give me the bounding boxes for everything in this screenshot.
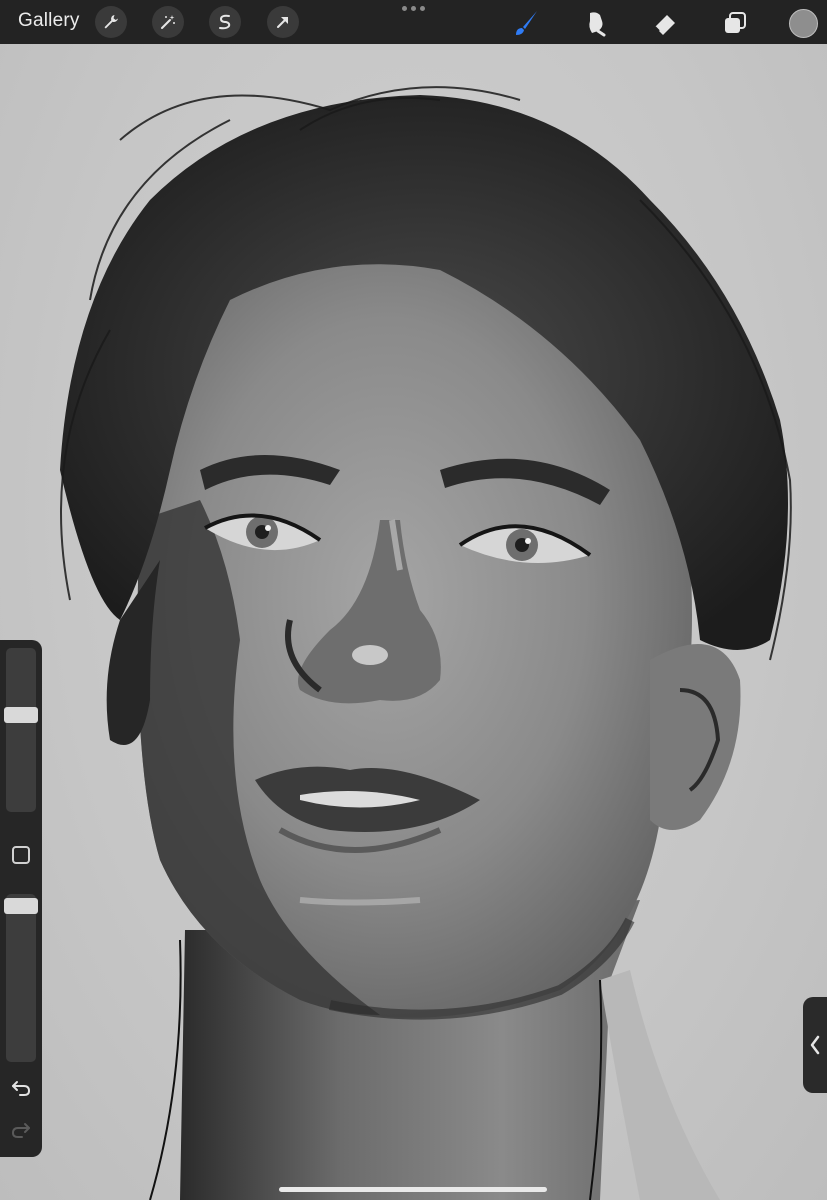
smudge-tool-button[interactable] xyxy=(579,6,613,40)
opacity-slider[interactable] xyxy=(6,894,36,1062)
left-sidebar xyxy=(0,640,42,1157)
magic-wand-icon xyxy=(161,15,175,29)
opacity-handle[interactable] xyxy=(4,898,38,914)
reference-panel-tab[interactable] xyxy=(803,997,827,1093)
actions-button[interactable] xyxy=(95,6,127,38)
ear-shape xyxy=(650,644,741,830)
chevron-left-icon xyxy=(810,1035,820,1055)
drawing-canvas[interactable] xyxy=(0,44,827,1200)
modify-square-icon[interactable] xyxy=(12,846,30,864)
more-options-handle[interactable] xyxy=(402,6,425,11)
transform-button[interactable] xyxy=(267,6,299,38)
selection-button[interactable] xyxy=(209,6,241,38)
adjustments-button[interactable] xyxy=(152,6,184,38)
gallery-button[interactable]: Gallery xyxy=(18,10,80,32)
smudge-icon xyxy=(589,12,606,37)
layers-icon xyxy=(725,12,746,33)
wrench-icon xyxy=(104,15,118,29)
brush-size-slider[interactable] xyxy=(6,648,36,812)
brush-icon xyxy=(516,11,537,35)
color-picker-button[interactable] xyxy=(789,9,818,38)
undo-icon[interactable] xyxy=(9,1076,33,1100)
portrait-artwork xyxy=(60,86,792,1200)
transform-arrow-icon xyxy=(277,17,288,28)
selection-icon xyxy=(219,14,231,30)
home-indicator[interactable] xyxy=(279,1187,547,1192)
top-toolbar: Gallery xyxy=(0,0,827,44)
eraser-icon xyxy=(654,15,675,35)
redo-icon[interactable] xyxy=(9,1118,33,1142)
brush-size-handle[interactable] xyxy=(4,707,38,723)
brush-tool-button[interactable] xyxy=(509,6,543,40)
layers-button[interactable] xyxy=(718,6,752,40)
eraser-tool-button[interactable] xyxy=(648,6,682,40)
